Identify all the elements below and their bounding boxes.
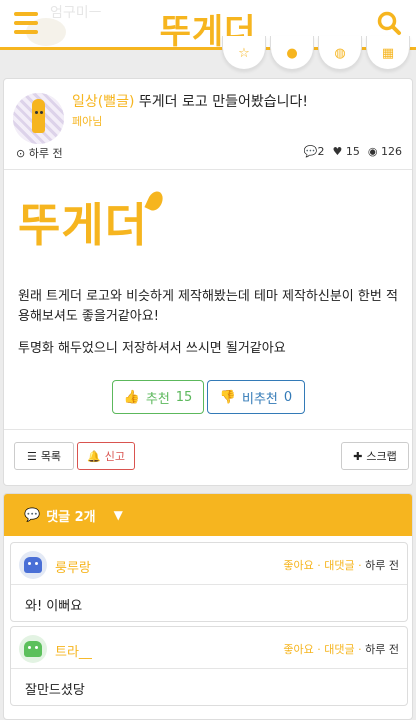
plus-icon: ✚ (353, 449, 363, 463)
comment-item: 트라__ 좋아요 · 대댓글 · 하루 전 잘만드셨당 (10, 626, 408, 706)
search-icon[interactable] (376, 10, 402, 36)
eye-icon: ◉ (367, 145, 378, 158)
bell-icon: 🔔 (87, 449, 101, 463)
comment-body: 와! 이뻐요 (25, 599, 83, 614)
thumbs-down-icon: 👎 (219, 389, 236, 405)
comment-time: 하루 전 (365, 559, 399, 572)
comment-item: 룽루랑 좋아요 · 대댓글 · 하루 전 와! 이뻐요 (10, 542, 408, 622)
reply-link[interactable]: 대댓글 (324, 559, 354, 572)
star-icon[interactable]: ☆ (222, 36, 266, 70)
avatar[interactable] (19, 551, 47, 579)
list-icon: ☰ (26, 449, 37, 463)
like-link[interactable]: 좋아요 (283, 643, 313, 656)
comment-time: 하루 전 (365, 643, 399, 656)
divider (4, 429, 412, 430)
comment-body: 잘만드셨당 (25, 683, 85, 698)
comment-author[interactable]: 룽루랑 (55, 557, 91, 576)
report-button[interactable]: 🔔 신고 (77, 442, 135, 470)
comment-actions: 좋아요 · 대댓글 · 하루 전 (283, 643, 399, 656)
clock-icon: ⊙ (16, 147, 26, 160)
scrap-button[interactable]: ✚ 스크랩 (341, 442, 409, 470)
post-title-row: 일상(뻘글) 뚜게더 로고 만들어봤습니다! (72, 93, 407, 111)
thumbs-up-icon: 👍 (123, 389, 140, 405)
info-icon[interactable]: ● (270, 36, 314, 70)
comment-icon: 💬 (303, 145, 318, 158)
chat-icon[interactable]: ◍ (318, 36, 362, 70)
avatar[interactable] (19, 635, 47, 663)
save-icon[interactable]: ▦ (366, 36, 410, 70)
list-button[interactable]: ☰ 목록 (14, 442, 74, 470)
post-card: 일상(뻘글) 뚜게더 로고 만들어봤습니다! 페아님 ⊙ 하루 전 💬2 ♥ 1… (3, 78, 413, 486)
post-paragraph: 투명화 해두었으니 저장하셔서 쓰시면 될거같아요 (18, 341, 286, 356)
post-author[interactable]: 페아님 (72, 113, 102, 129)
post-paragraph: 원래 트게더 로고와 비슷하게 제작해봤는데 테마 제작하신분이 한번 적용해보… (18, 289, 398, 324)
upvote-button[interactable]: 👍 추천 15 (112, 380, 204, 414)
avatar[interactable] (13, 93, 64, 144)
post-time: ⊙ 하루 전 (16, 145, 63, 161)
comment-author[interactable]: 트라__ (55, 641, 92, 660)
heart-icon: ♥ (332, 145, 343, 158)
comments-count-label: 댓글 2개 (46, 509, 96, 525)
view-count: ◉ 126 (367, 145, 402, 158)
post-image-logo: 뚜게더 (18, 198, 148, 252)
post-category[interactable]: 일상(뻘글) (72, 94, 134, 110)
post-stats: 💬2 ♥ 15 ◉ 126 (304, 145, 402, 158)
caret-down-icon: ▼ (113, 508, 123, 522)
comment-icon: 💬 (24, 507, 41, 523)
comments-toggle[interactable]: 💬 댓글 2개 ▼ (4, 494, 412, 536)
like-count: ♥ 15 (332, 145, 360, 158)
downvote-button[interactable]: 👎 비추천 0 (207, 380, 305, 414)
like-link[interactable]: 좋아요 (283, 559, 313, 572)
reply-link[interactable]: 대댓글 (324, 643, 354, 656)
post-time-text: 하루 전 (28, 147, 63, 160)
divider (4, 169, 412, 170)
comment-actions: 좋아요 · 대댓글 · 하루 전 (283, 559, 399, 572)
comments-section: 💬 댓글 2개 ▼ 룽루랑 좋아요 · 대댓글 · 하루 전 와! 이뻐요 트라… (3, 493, 413, 720)
comment-count: 💬2 (303, 145, 325, 158)
post-title: 뚜게더 로고 만들어봤습니다! (138, 94, 308, 110)
